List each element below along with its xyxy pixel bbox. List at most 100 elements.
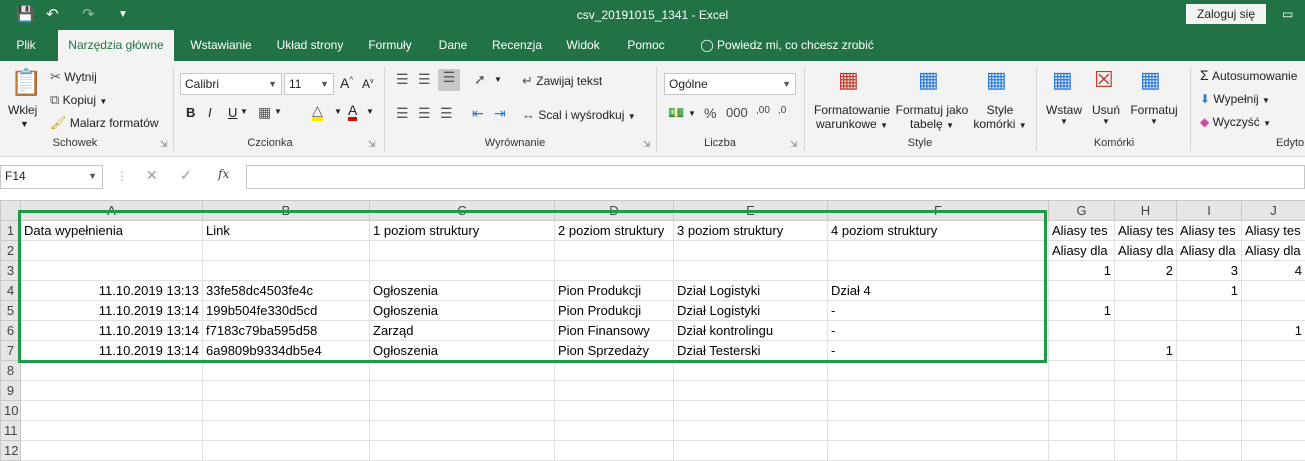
cell[interactable]: [1177, 321, 1242, 341]
cell[interactable]: [203, 401, 370, 421]
borders-icon[interactable]: ▦: [258, 104, 271, 121]
cell[interactable]: [828, 421, 1049, 441]
shrink-font-icon[interactable]: Av: [362, 77, 374, 91]
align-center-icon[interactable]: ☰: [418, 105, 431, 122]
cell[interactable]: Pion Produkcji: [555, 301, 674, 321]
tab-view[interactable]: Widok: [556, 30, 610, 61]
cell[interactable]: [1049, 381, 1115, 401]
cell[interactable]: [21, 261, 203, 281]
cell[interactable]: [674, 421, 828, 441]
align-top-icon[interactable]: ☰: [396, 71, 409, 88]
column-header[interactable]: E: [674, 201, 828, 221]
cell[interactable]: [828, 361, 1049, 381]
format-cells-icon[interactable]: ▦: [1140, 67, 1161, 93]
name-box[interactable]: F14▼: [0, 165, 103, 189]
cell[interactable]: [1049, 281, 1115, 301]
cell[interactable]: [674, 401, 828, 421]
format-painter-button[interactable]: 🖌 Malarz formatów: [50, 115, 159, 131]
cell[interactable]: [21, 241, 203, 261]
cell[interactable]: [1242, 381, 1305, 401]
delete-cells-button[interactable]: Usuń▼: [1090, 103, 1122, 126]
cell[interactable]: [203, 421, 370, 441]
cell[interactable]: [1115, 281, 1177, 301]
insert-cells-button[interactable]: Wstaw▼: [1046, 103, 1082, 126]
cell-styles-button[interactable]: Stylekomórki ▼: [972, 103, 1028, 131]
cell[interactable]: [1242, 401, 1305, 421]
alignment-launcher-icon[interactable]: ⇲: [643, 139, 651, 150]
tab-help[interactable]: Pomoc: [618, 30, 674, 61]
cell[interactable]: Data wypełnienia: [21, 221, 203, 241]
merge-center-button[interactable]: ↔ Scal i wyśrodkuj ▼: [522, 107, 636, 122]
cell[interactable]: 1: [1049, 261, 1115, 281]
cell[interactable]: [674, 361, 828, 381]
fill-dropdown-icon[interactable]: ▼: [334, 107, 342, 116]
row-header[interactable]: 2: [1, 241, 21, 261]
font-size-select[interactable]: 11▼: [284, 73, 334, 95]
column-header[interactable]: B: [203, 201, 370, 221]
cell[interactable]: [21, 421, 203, 441]
cell[interactable]: [1115, 381, 1177, 401]
cell[interactable]: [370, 381, 555, 401]
cell-styles-icon[interactable]: ▦: [986, 67, 1007, 93]
cell[interactable]: [1049, 321, 1115, 341]
cell[interactable]: [828, 241, 1049, 261]
delete-cells-icon[interactable]: ☒: [1094, 67, 1114, 93]
cell[interactable]: 1: [1115, 341, 1177, 361]
format-as-table-button[interactable]: Formatuj jakotabelę ▼: [894, 103, 970, 131]
insert-cells-icon[interactable]: ▦: [1052, 67, 1073, 93]
row-header[interactable]: 11: [1, 421, 21, 441]
tab-insert[interactable]: Wstawianie: [178, 30, 264, 61]
row-header[interactable]: 8: [1, 361, 21, 381]
conditional-formatting-icon[interactable]: ▦: [838, 67, 859, 93]
cell[interactable]: Zarząd: [370, 321, 555, 341]
column-header[interactable]: G: [1049, 201, 1115, 221]
cell[interactable]: Aliasy tes: [1115, 221, 1177, 241]
cell[interactable]: [1177, 421, 1242, 441]
clear-button[interactable]: ◆ Wyczyść ▼: [1200, 115, 1271, 129]
number-format-select[interactable]: Ogólne▼: [664, 73, 796, 95]
cell[interactable]: [203, 241, 370, 261]
row-header[interactable]: 7: [1, 341, 21, 361]
orientation-icon[interactable]: ➚: [474, 71, 486, 88]
cell[interactable]: Aliasy dla: [1049, 241, 1115, 261]
font-color-icon[interactable]: A: [348, 103, 357, 121]
cell[interactable]: f7183c79ba595d58: [203, 321, 370, 341]
cell[interactable]: [555, 261, 674, 281]
cell[interactable]: 33fe58dc4503fe4c: [203, 281, 370, 301]
cell[interactable]: 1: [1177, 281, 1242, 301]
cell[interactable]: Aliasy dla: [1242, 241, 1305, 261]
cell[interactable]: 1: [1242, 321, 1305, 341]
cell[interactable]: [1115, 321, 1177, 341]
underline-dropdown-icon[interactable]: ▼: [240, 107, 248, 116]
tab-file[interactable]: Plik: [0, 30, 52, 61]
bold-icon[interactable]: B: [186, 105, 195, 120]
row-header[interactable]: 5: [1, 301, 21, 321]
column-header[interactable]: J: [1242, 201, 1305, 221]
row-header[interactable]: 3: [1, 261, 21, 281]
cell[interactable]: [21, 401, 203, 421]
cell[interactable]: [370, 361, 555, 381]
cell[interactable]: [21, 361, 203, 381]
ribbon-display-icon[interactable]: ▭: [1282, 7, 1293, 21]
cell[interactable]: 1: [1049, 301, 1115, 321]
column-header[interactable]: D: [555, 201, 674, 221]
cell[interactable]: [1115, 421, 1177, 441]
font-launcher-icon[interactable]: ⇲: [368, 139, 376, 150]
cut-button[interactable]: ✂ Wytnij: [50, 69, 97, 85]
grow-font-icon[interactable]: A^: [340, 75, 353, 91]
row-header[interactable]: 1: [1, 221, 21, 241]
cell[interactable]: [674, 381, 828, 401]
cell[interactable]: [1049, 341, 1115, 361]
cell[interactable]: [1049, 361, 1115, 381]
fill-color-icon[interactable]: △: [312, 103, 323, 121]
cell[interactable]: [370, 241, 555, 261]
decrease-indent-icon[interactable]: ⇤: [472, 105, 484, 122]
cell[interactable]: [1242, 301, 1305, 321]
paste-icon[interactable]: 📋: [10, 67, 42, 98]
cell[interactable]: 11.10.2019 13:14: [21, 301, 203, 321]
cell[interactable]: [21, 381, 203, 401]
cell[interactable]: [1242, 341, 1305, 361]
cell[interactable]: 11.10.2019 13:14: [21, 321, 203, 341]
column-header[interactable]: F: [828, 201, 1049, 221]
orientation-dropdown-icon[interactable]: ▼: [494, 75, 502, 84]
